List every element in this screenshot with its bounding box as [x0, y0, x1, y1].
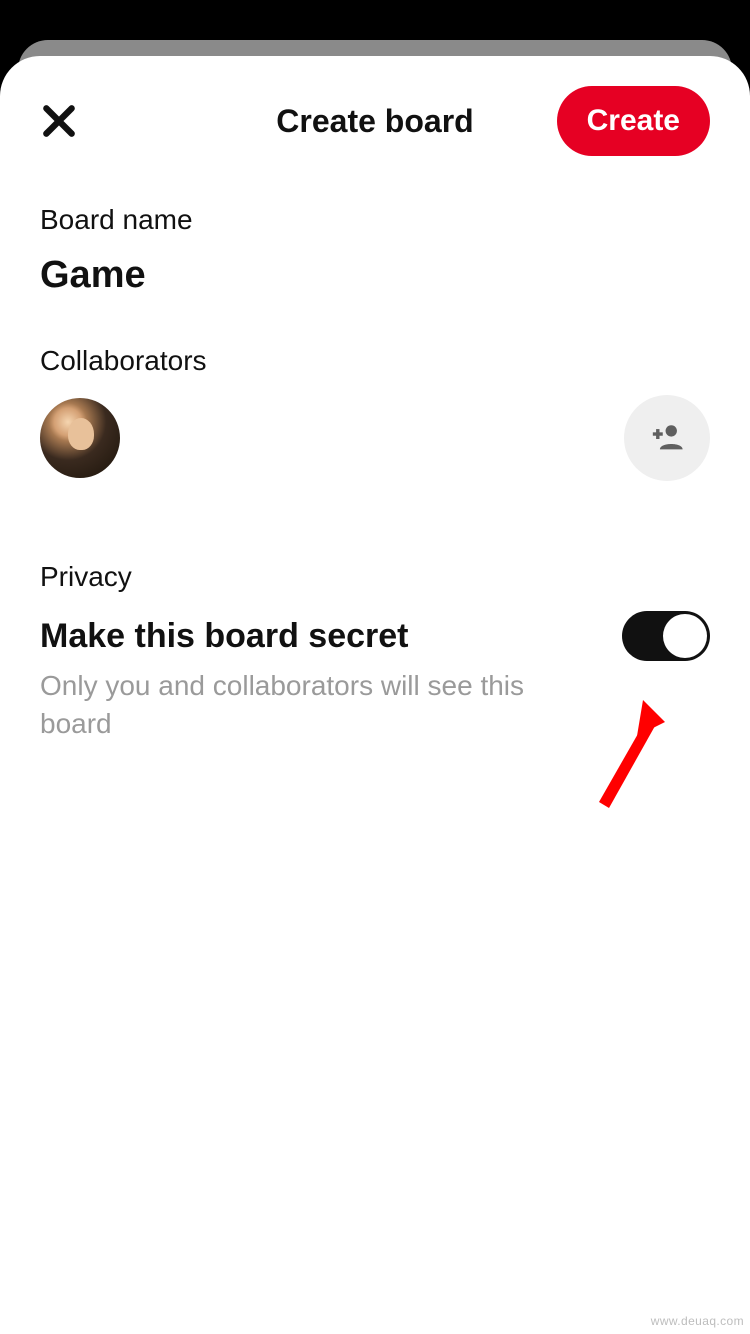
privacy-section: Privacy Make this board secret Only you … [40, 561, 710, 743]
watermark: www.deuaq.com [651, 1314, 744, 1328]
board-name-label: Board name [40, 204, 710, 236]
secret-toggle[interactable] [622, 611, 710, 661]
privacy-toggle-title: Make this board secret [40, 617, 408, 656]
board-name-section: Board name Game [40, 204, 710, 297]
privacy-text-group: Make this board secret [40, 617, 408, 656]
page-title: Create board [276, 103, 473, 140]
collaborators-label: Collaborators [40, 345, 710, 377]
add-person-icon [650, 421, 684, 455]
avatar[interactable] [40, 398, 120, 478]
add-collaborator-button[interactable] [624, 395, 710, 481]
modal-header: Create board Create [40, 86, 710, 156]
create-board-sheet: Create board Create Board name Game Coll… [0, 56, 750, 1334]
board-name-input[interactable]: Game [40, 254, 710, 297]
privacy-label: Privacy [40, 561, 710, 593]
collaborators-section: Collaborators [40, 345, 710, 481]
privacy-toggle-row: Make this board secret [40, 611, 710, 661]
collaborators-row [40, 395, 710, 481]
privacy-toggle-description: Only you and collaborators will see this… [40, 667, 600, 743]
create-button[interactable]: Create [557, 86, 710, 156]
toggle-knob [663, 614, 707, 658]
close-icon[interactable] [40, 102, 78, 140]
